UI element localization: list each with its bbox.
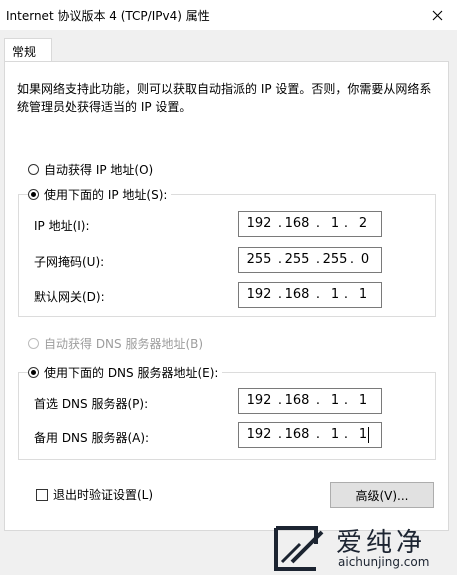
subnet-mask-input[interactable]: 255 . 255 . 255 . 0	[238, 247, 382, 273]
ip-auto-radio[interactable]	[28, 164, 39, 175]
dns-auto-option[interactable]: 自动获得 DNS 服务器地址(B)	[28, 335, 203, 352]
ip-octet: 1	[358, 393, 368, 408]
close-icon	[432, 10, 442, 20]
dns-manual-label: 使用下面的 DNS 服务器地址(E):	[44, 366, 219, 380]
ip-octet: 1	[358, 287, 368, 302]
ip-address-input[interactable]: 192 . 168 . 1 . 2	[238, 211, 382, 237]
ip-octet: 168	[284, 427, 310, 442]
ip-auto-label: 自动获得 IP 地址(O)	[44, 163, 154, 177]
tab-general[interactable]: 常规	[4, 38, 52, 62]
close-button[interactable]	[417, 0, 457, 30]
dns-auto-radio[interactable]	[28, 338, 39, 349]
general-panel: 如果网络支持此功能，则可以获取自动指派的 IP 设置。否则，你需要从网络系统管理…	[4, 61, 449, 531]
preferred-dns-label: 首选 DNS 服务器(P):	[34, 397, 149, 411]
ip-auto-option[interactable]: 自动获得 IP 地址(O)	[28, 161, 153, 178]
gateway-label: 默认网关(D):	[34, 290, 105, 304]
ip-octet: 255	[246, 252, 272, 267]
watermark-url: aichunjing.com	[338, 555, 430, 569]
validate-option[interactable]: 退出时验证设置(L)	[36, 486, 153, 503]
watermark-text: 爱纯净	[336, 528, 427, 558]
ip-octet: 192	[246, 427, 272, 442]
ip-octet: 192	[246, 393, 272, 408]
ip-octet: 192	[246, 287, 272, 302]
ip-manual-option[interactable]: 使用下面的 IP 地址(S):	[28, 186, 172, 203]
tab-general-label: 常规	[12, 45, 37, 59]
validate-checkbox[interactable]	[36, 488, 48, 501]
ip-manual-label: 使用下面的 IP 地址(S):	[44, 188, 168, 202]
ip-octet: 192	[246, 216, 272, 231]
ip-octet: 168	[284, 287, 310, 302]
dns-manual-option[interactable]: 使用下面的 DNS 服务器地址(E):	[28, 364, 223, 381]
title-bar: Internet 协议版本 4 (TCP/IPv4) 属性	[0, 0, 457, 30]
watermark-logo-icon	[274, 526, 324, 571]
watermark: 爱纯净 aichunjing.com	[270, 522, 457, 575]
window-title: Internet 协议版本 4 (TCP/IPv4) 属性	[6, 9, 210, 23]
ip-manual-radio[interactable]	[28, 189, 39, 200]
subnet-mask-label: 子网掩码(U):	[34, 255, 105, 269]
validate-label: 退出时验证设置(L)	[53, 488, 154, 502]
ip-octet: 255	[284, 252, 310, 267]
ip-address-label: IP 地址(I):	[34, 219, 90, 233]
description-text: 如果网络支持此功能，则可以获取自动指派的 IP 设置。否则，你需要从网络系统管理…	[17, 82, 432, 114]
alternate-dns-label: 备用 DNS 服务器(A):	[34, 431, 150, 445]
alternate-dns-input[interactable]: 192 . 168 . 1 . 1	[238, 422, 382, 448]
ip-octet: 1	[358, 427, 368, 442]
ip-octet: 168	[284, 216, 310, 231]
ip-octet: 168	[284, 393, 310, 408]
text-caret	[368, 427, 369, 443]
ip-octet: 0	[360, 252, 370, 267]
preferred-dns-input[interactable]: 192 . 168 . 1 . 1	[238, 388, 382, 414]
dns-auto-label: 自动获得 DNS 服务器地址(B)	[44, 337, 204, 351]
dns-manual-radio[interactable]	[28, 367, 39, 378]
ip-octet: 255	[322, 252, 348, 267]
advanced-button[interactable]: 高级(V)...	[330, 482, 434, 508]
gateway-input[interactable]: 192 . 168 . 1 . 1	[238, 282, 382, 308]
ip-octet: 2	[358, 216, 368, 231]
